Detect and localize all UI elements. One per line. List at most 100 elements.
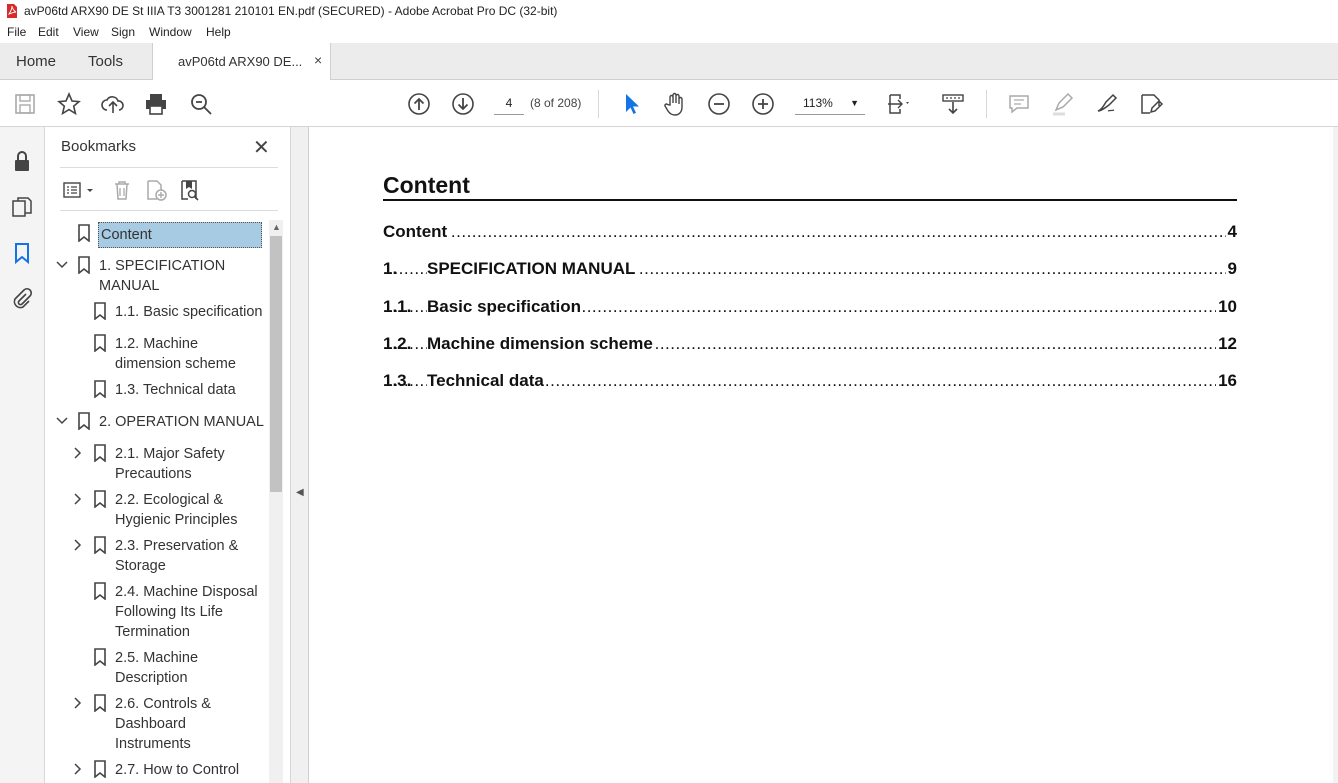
- bookmark-item[interactable]: 2.6. Controls & Dashboard Instruments: [45, 692, 269, 758]
- print-icon[interactable]: [143, 91, 169, 117]
- toc-title: Content: [383, 222, 450, 242]
- new-bookmark-icon[interactable]: [144, 178, 168, 202]
- star-icon[interactable]: [56, 91, 82, 117]
- bookmark-item[interactable]: 1. SPECIFICATION MANUAL: [45, 254, 269, 300]
- toc-entry[interactable]: ........................................…: [383, 222, 1237, 246]
- bookmark-icon: [94, 582, 106, 600]
- menu-view[interactable]: View: [73, 25, 99, 39]
- panel-splitter[interactable]: ◀: [291, 127, 309, 783]
- toc-number: 1.3.: [383, 371, 412, 390]
- chevron-right-icon[interactable]: [71, 538, 85, 552]
- menu-sign[interactable]: Sign: [111, 25, 135, 39]
- toc-entry[interactable]: ........................................…: [383, 334, 1237, 358]
- left-navigation-rail: [0, 127, 45, 783]
- scroll-mode-icon[interactable]: [940, 91, 966, 117]
- bookmark-label: 2.1. Major Safety Precautions: [115, 446, 225, 482]
- toolbar-divider: [598, 90, 599, 118]
- heading-rule: [383, 199, 1237, 201]
- page-up-icon[interactable]: [406, 91, 432, 117]
- select-arrow-icon[interactable]: [618, 91, 644, 117]
- bookmark-icon[interactable]: [10, 241, 34, 265]
- find-bookmark-icon[interactable]: [178, 178, 202, 202]
- bookmark-icon: [78, 412, 90, 430]
- chevron-down-icon[interactable]: [55, 258, 69, 272]
- options-menu-icon[interactable]: [62, 178, 98, 202]
- document-view[interactable]: Content ................................…: [309, 127, 1338, 783]
- tab-home[interactable]: Home: [16, 53, 56, 70]
- bookmark-item[interactable]: 2.7. How to Control: [45, 758, 269, 783]
- bookmark-item[interactable]: 2.1. Major Safety Precautions: [45, 442, 269, 488]
- close-icon[interactable]: ✕: [253, 135, 270, 160]
- tab-bar: Home Tools avP06td ARX90 DE... ×: [0, 43, 1338, 81]
- toc-page-number: 4: [1225, 222, 1237, 242]
- zoom-level-select[interactable]: 113% ▼: [795, 91, 865, 115]
- bookmark-icon: [94, 444, 106, 462]
- bookmarks-panel: Bookmarks ✕ Content 1. SPECIFICATION MANU…: [45, 127, 291, 783]
- sign-icon[interactable]: [1094, 91, 1120, 117]
- panel-title: Bookmarks: [61, 138, 137, 155]
- document-scrollbar[interactable]: [1333, 127, 1338, 783]
- upload-icon[interactable]: [100, 91, 126, 117]
- bookmark-label: 2.3. Preservation & Storage: [115, 538, 239, 574]
- bookmark-item[interactable]: 1.3. Technical data: [45, 378, 269, 404]
- chevron-down-icon: ▼: [850, 98, 859, 108]
- bookmark-item[interactable]: 2. OPERATION MANUAL: [45, 410, 269, 436]
- toc-entry[interactable]: ........................................…: [383, 371, 1237, 395]
- toc-title: Basic specification: [427, 297, 584, 317]
- scrollbar-thumb[interactable]: [270, 236, 282, 492]
- zoom-out-icon[interactable]: [706, 91, 732, 117]
- bookmark-item[interactable]: 1.2. Machine dimension scheme: [45, 332, 269, 378]
- highlight-icon[interactable]: [1050, 91, 1076, 117]
- window-titlebar: avP06td ARX90 DE St IIIA T3 3001281 2101…: [0, 0, 1338, 22]
- menu-help[interactable]: Help: [206, 25, 231, 39]
- comment-icon[interactable]: [1006, 91, 1032, 117]
- pages-icon[interactable]: [10, 195, 34, 219]
- bookmarks-scrollbar[interactable]: ▲: [269, 220, 283, 783]
- bookmark-item[interactable]: 2.5. Machine Description: [45, 646, 269, 692]
- chevron-right-icon[interactable]: [71, 696, 85, 710]
- bookmark-item[interactable]: 2.4. Machine Disposal Following Its Life…: [45, 580, 269, 646]
- zoom-in-icon[interactable]: [750, 91, 776, 117]
- page-down-icon[interactable]: [450, 91, 476, 117]
- main-toolbar: 4 (8 of 208) 113% ▼: [0, 80, 1338, 127]
- menu-file[interactable]: File: [7, 25, 26, 39]
- bookmark-item[interactable]: 2.3. Preservation & Storage: [45, 534, 269, 580]
- toc-page-number: 16: [1216, 371, 1237, 391]
- delete-icon[interactable]: [110, 178, 134, 202]
- fit-page-icon[interactable]: [886, 91, 912, 117]
- bookmark-label: 2.5. Machine Description: [115, 650, 199, 686]
- toc-leader: ........................................…: [383, 222, 1237, 241]
- bookmark-label: 2.6. Controls & Dashboard Instruments: [115, 696, 211, 752]
- menu-bar: File Edit View Sign Window Help: [0, 22, 1338, 43]
- chevron-right-icon[interactable]: [71, 762, 85, 776]
- toc-number: 1.1.: [383, 297, 412, 316]
- hand-icon[interactable]: [662, 91, 688, 117]
- chevron-down-icon[interactable]: [55, 414, 69, 428]
- menu-window[interactable]: Window: [149, 25, 192, 39]
- zoom-search-icon[interactable]: [188, 91, 214, 117]
- fill-sign-icon[interactable]: [1138, 91, 1164, 117]
- chevron-right-icon[interactable]: [71, 446, 85, 460]
- toc-page-number: 9: [1225, 259, 1237, 279]
- lock-icon[interactable]: [10, 149, 34, 173]
- tab-close-button[interactable]: ×: [314, 52, 322, 68]
- menu-edit[interactable]: Edit: [38, 25, 59, 39]
- tab-tools[interactable]: Tools: [88, 53, 123, 70]
- tab-document-label: avP06td ARX90 DE...: [178, 54, 303, 69]
- collapse-panel-icon[interactable]: ◀: [296, 487, 304, 498]
- bookmark-label: 2.2. Ecological & Hygienic Principles: [115, 492, 238, 528]
- attachment-icon[interactable]: [10, 287, 34, 311]
- bookmark-icon: [94, 334, 106, 352]
- scroll-up-icon[interactable]: ▲: [272, 222, 281, 232]
- bookmark-item[interactable]: Content: [45, 222, 269, 252]
- tab-document[interactable]: avP06td ARX90 DE... ×: [152, 43, 331, 81]
- bookmark-item[interactable]: 1.1. Basic specification: [45, 300, 269, 326]
- toc-number: 1.: [383, 259, 398, 278]
- toc-entry[interactable]: ........................................…: [383, 297, 1237, 321]
- chevron-right-icon[interactable]: [71, 492, 85, 506]
- page-number-input[interactable]: 4: [494, 91, 524, 115]
- page-heading: Content: [383, 172, 470, 198]
- bookmark-item[interactable]: 2.2. Ecological & Hygienic Principles: [45, 488, 269, 534]
- toc-entry[interactable]: ........................................…: [383, 259, 1237, 283]
- save-icon[interactable]: [12, 91, 38, 117]
